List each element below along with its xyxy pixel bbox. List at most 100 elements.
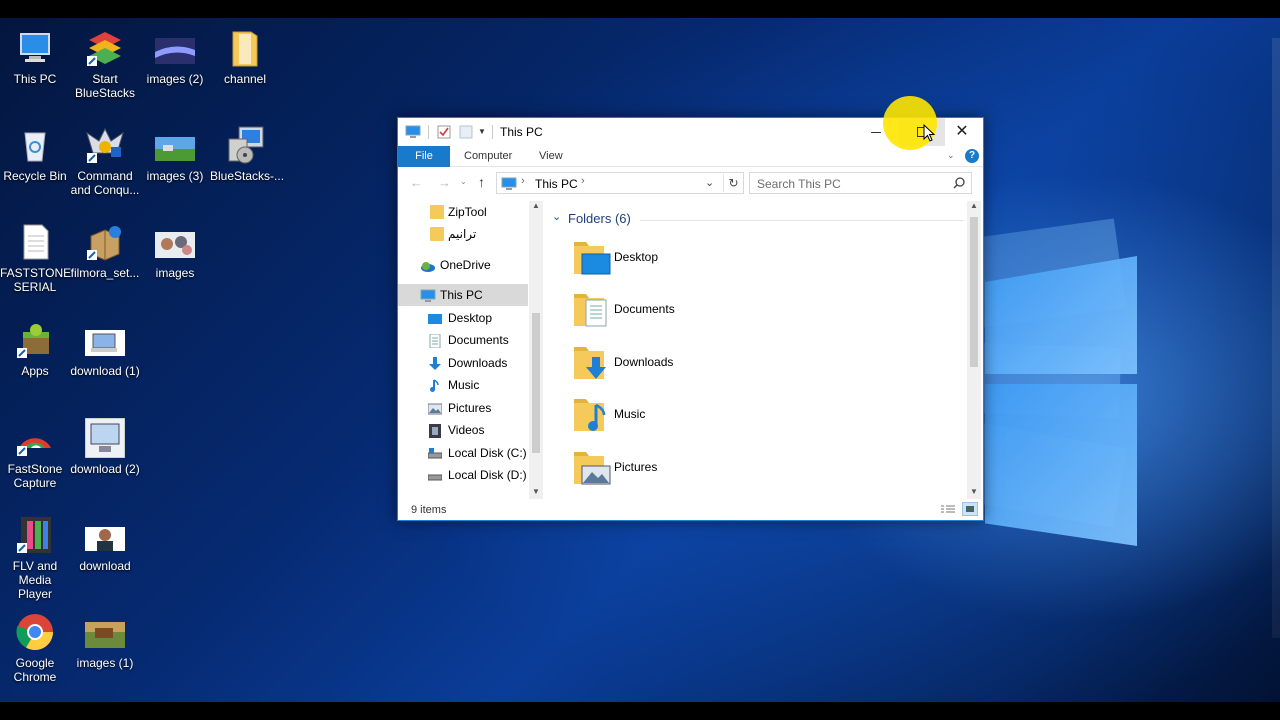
nav-item-local-disk-d[interactable]: Local Disk (D:) — [398, 464, 528, 486]
large-icons-view-icon[interactable] — [962, 502, 978, 516]
image-thumbnail-icon — [85, 515, 125, 555]
desktop-icon — [428, 311, 442, 325]
search-icon — [953, 177, 965, 189]
address-bar[interactable]: › This PC › ⌄ ↻ — [496, 172, 744, 194]
this-pc-icon — [15, 28, 55, 68]
desktop-icon-label: images (1) — [76, 656, 134, 670]
desktop-icon-label: This PC — [13, 72, 57, 86]
properties-icon[interactable] — [437, 125, 451, 139]
documents-folder-icon — [572, 290, 612, 330]
desktop-icon-label: channel — [223, 72, 267, 86]
folder-item-documents[interactable]: Documents — [572, 290, 872, 336]
pictures-folder-icon — [572, 448, 612, 488]
installer-icon — [225, 125, 265, 165]
details-view-icon[interactable] — [941, 504, 955, 515]
faststone-capture-icon — [15, 418, 55, 458]
search-input[interactable]: Search This PC — [757, 177, 841, 191]
forward-arrow-icon[interactable]: → — [438, 175, 451, 190]
nav-item-label: ترانیم — [448, 227, 477, 241]
folder-name: Music — [614, 407, 646, 421]
file-explorer-window[interactable]: ▼ This PC ✕ File Computer View ⌄ ? ← → ⌄… — [397, 96, 985, 521]
desktop-icon-faststone-serial[interactable]: FASTSTONE SERIAL — [0, 222, 71, 294]
nav-item-pictures[interactable]: Pictures — [398, 397, 528, 419]
nav-item-documents[interactable]: Documents — [398, 329, 528, 351]
desktop-icon-download-2[interactable]: download (2) — [70, 417, 140, 476]
customize-quick-access-icon[interactable]: ▼ — [478, 127, 486, 136]
folder-item-downloads[interactable]: Downloads — [572, 343, 872, 389]
image-thumbnail-icon — [84, 417, 126, 459]
scroll-down-icon[interactable]: ▼ — [970, 487, 978, 496]
desktop-icon-faststone-capture[interactable]: FastStone Capture — [0, 418, 70, 490]
nav-item-taraneem[interactable]: ترانیم — [398, 223, 528, 245]
folders-group-header[interactable]: Folders (6) — [568, 211, 631, 226]
nav-item-desktop[interactable]: Desktop — [398, 307, 528, 329]
search-box[interactable]: Search This PC — [749, 172, 972, 194]
tab-view[interactable]: View — [527, 146, 575, 167]
desktop-icon-label: BlueStacks-... — [210, 169, 285, 183]
nav-item-music[interactable]: Music — [398, 374, 528, 396]
desktop-icon-apps[interactable]: Apps — [0, 320, 70, 378]
breadcrumb-this-pc[interactable]: This PC — [535, 177, 578, 191]
desktop-icon-label: download (1) — [70, 364, 140, 378]
this-pc-window-icon — [405, 125, 421, 139]
window-title: This PC — [500, 125, 543, 139]
folder-item-music[interactable]: Music — [572, 395, 872, 441]
desktop-icon-start-bluestacks[interactable]: Start BlueStacks — [70, 28, 140, 100]
scroll-up-icon[interactable]: ▲ — [970, 201, 978, 210]
desktop-icon-images-2[interactable]: images (2) — [140, 28, 210, 86]
desktop-icon-filmora[interactable]: filmora_set... — [70, 222, 140, 280]
this-pc-small-icon — [501, 177, 517, 190]
collapse-group-icon[interactable]: ⌄ — [552, 210, 561, 223]
desktop-icon-images-1[interactable]: images (1) — [70, 612, 140, 670]
scroll-thumb[interactable] — [532, 313, 540, 453]
desktop-icon-command-and-conquer[interactable]: Command and Conqu... — [70, 125, 140, 197]
title-bar[interactable]: ▼ This PC ✕ — [398, 96, 985, 150]
nav-item-videos[interactable]: Videos — [398, 419, 528, 441]
desktop-icon-images[interactable]: images — [140, 222, 210, 280]
folder-item-desktop[interactable]: Desktop — [572, 238, 872, 284]
nav-item-this-pc[interactable]: This PC — [398, 284, 528, 306]
desktop-icon-flv-player[interactable]: FLV and Media Player — [0, 515, 70, 601]
expand-ribbon-icon[interactable]: ⌄ — [947, 150, 955, 161]
bluestacks-icon — [85, 28, 125, 68]
scroll-thumb[interactable] — [970, 217, 978, 367]
desktop-icon-google-chrome[interactable]: Google Chrome — [0, 612, 70, 684]
new-folder-icon[interactable] — [459, 125, 473, 139]
nav-item-label: Documents — [448, 333, 509, 347]
desktop-icon-channel[interactable]: channel — [210, 28, 280, 86]
desktop-icon-label: download — [79, 559, 131, 573]
desktop-icon-recycle-bin[interactable]: Recycle Bin — [0, 125, 70, 183]
back-arrow-icon[interactable]: ← — [410, 175, 423, 190]
desktop-icon-download-1[interactable]: download (1) — [70, 320, 140, 378]
folder-name: Desktop — [614, 250, 659, 264]
navigation-pane: ZipTool ترانیم OneDrive This PC Desktop … — [398, 201, 544, 499]
desktop-icon-this-pc[interactable]: This PC — [0, 28, 70, 86]
tab-file[interactable]: File — [398, 146, 450, 167]
folder-item-pictures[interactable]: Pictures — [572, 448, 872, 494]
chrome-icon — [15, 612, 55, 652]
scroll-up-icon[interactable]: ▲ — [532, 201, 540, 210]
onedrive-icon — [420, 258, 435, 272]
nav-item-local-disk-c[interactable]: Local Disk (C:) — [398, 442, 528, 464]
nav-item-onedrive[interactable]: OneDrive — [398, 254, 528, 276]
nav-item-ziptool[interactable]: ZipTool — [398, 201, 528, 223]
nav-item-downloads[interactable]: Downloads — [398, 352, 528, 374]
help-icon[interactable]: ? — [965, 149, 979, 163]
desktop-icon-bluestacks-installer[interactable]: BlueStacks-... — [210, 125, 285, 183]
desktop-icon-download[interactable]: download — [70, 515, 140, 573]
address-dropdown-icon[interactable]: ⌄ — [705, 176, 714, 189]
desktop-icon-images-3[interactable]: images (3) — [140, 125, 210, 183]
nav-item-label: Music — [448, 378, 480, 392]
folder-icon — [225, 28, 265, 68]
content-scrollbar[interactable]: ▲ ▼ — [967, 201, 981, 499]
nav-pane-scrollbar[interactable]: ▲ ▼ — [529, 201, 543, 499]
up-arrow-icon[interactable]: ↑ — [478, 174, 485, 190]
nav-item-label: ZipTool — [448, 205, 487, 219]
close-button[interactable]: ✕ — [939, 118, 985, 146]
recent-locations-icon[interactable]: ⌄ — [460, 177, 467, 186]
desktop-icon-label: download (2) — [70, 462, 140, 476]
tab-computer[interactable]: Computer — [452, 146, 524, 167]
scroll-down-icon[interactable]: ▼ — [532, 487, 540, 496]
downloads-icon — [428, 356, 442, 370]
refresh-icon[interactable]: ↻ — [723, 174, 743, 192]
